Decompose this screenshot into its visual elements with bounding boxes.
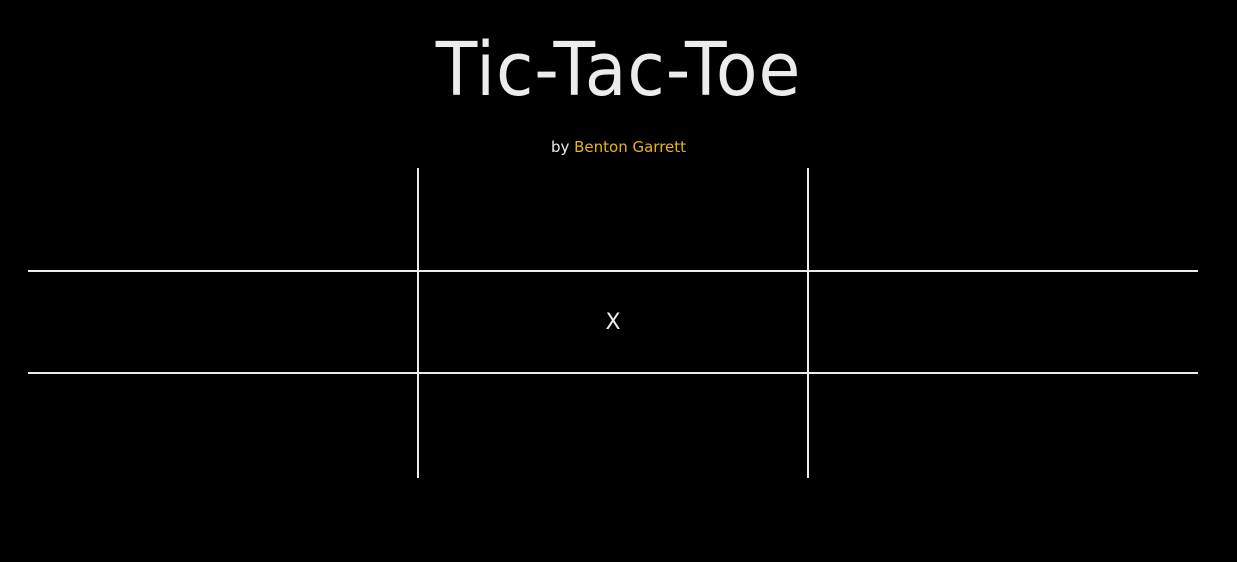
board-cell-1-2[interactable] [809, 270, 1198, 374]
board-cell-2-2[interactable] [809, 374, 1198, 478]
board-cell-0-2[interactable] [809, 168, 1198, 270]
author-link[interactable]: Benton Garrett [574, 138, 686, 156]
byline: by Benton Garrett [0, 136, 1237, 158]
board-cell-2-1[interactable] [417, 374, 809, 478]
board-cell-0-0[interactable] [28, 168, 417, 270]
game-board: X [28, 168, 1198, 478]
board-cell-1-1[interactable]: X [417, 270, 809, 374]
byline-prefix: by [550, 138, 570, 156]
board-cell-2-0[interactable] [28, 374, 417, 478]
board-cell-0-1[interactable] [417, 168, 809, 270]
board-cell-1-0[interactable] [28, 270, 417, 374]
page-title: Tic-Tac-Toe [435, 27, 802, 113]
